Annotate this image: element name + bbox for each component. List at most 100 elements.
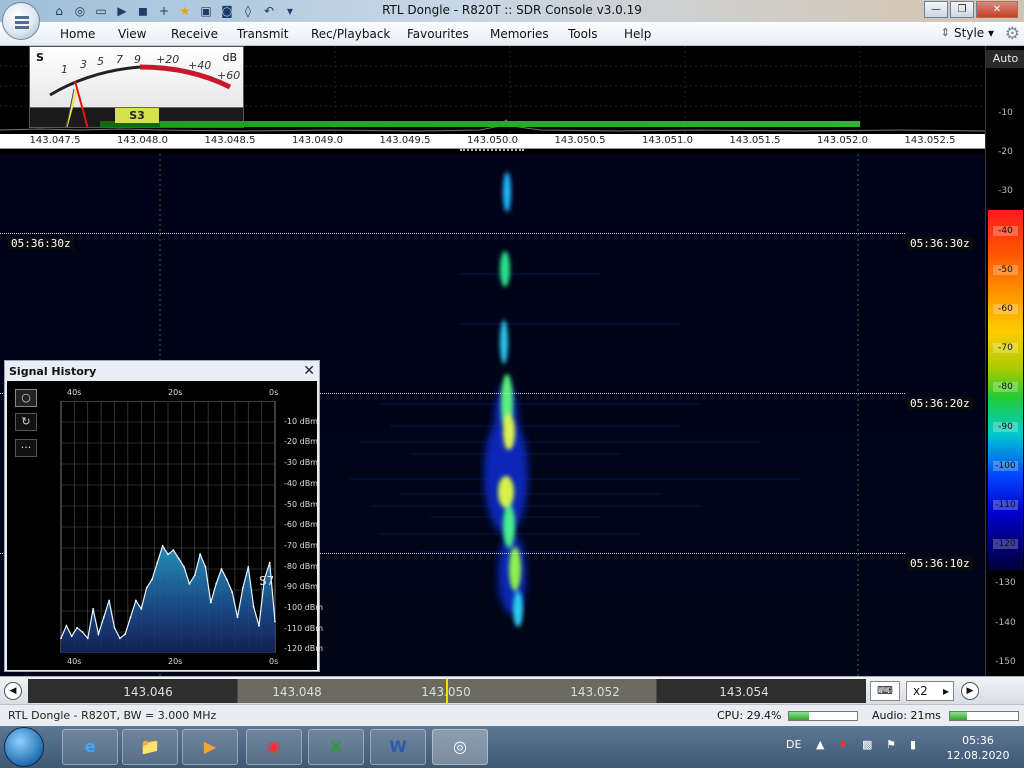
history-db-label: -120 dBm	[284, 644, 324, 654]
gear-icon[interactable]: ⚙	[1005, 24, 1020, 44]
flag-tray-icon[interactable]: ⚑	[886, 738, 896, 751]
ribbon-tabs: Home View Receive Transmit Rec/Playback …	[0, 22, 1024, 46]
tab-rec-playback[interactable]: Rec/Playback	[311, 27, 390, 41]
history-point	[151, 578, 153, 581]
history-point	[247, 566, 250, 568]
history-options-button[interactable]: ···	[15, 439, 37, 457]
history-point	[102, 616, 105, 619]
history-point	[258, 624, 260, 627]
frequency-tick-label: 143.051.5	[729, 135, 781, 146]
tab-tools[interactable]: Tools	[568, 27, 598, 41]
close-button[interactable]: ✕	[976, 1, 1018, 18]
language-indicator[interactable]: DE	[786, 738, 801, 751]
history-point	[156, 561, 159, 564]
history-time-bottom-label: 40s	[67, 657, 82, 666]
history-point	[220, 568, 223, 570]
minimize-button[interactable]: —	[924, 1, 948, 18]
media-player-icon[interactable]: ▶	[182, 729, 238, 765]
auto-scale-button[interactable]: Auto	[986, 50, 1024, 68]
history-reset-button[interactable]: ↻	[15, 413, 37, 431]
frequency-tick-label: 143.049.5	[379, 135, 431, 146]
app-menu-orb[interactable]	[2, 2, 40, 40]
cpu-usage-bar	[788, 711, 858, 721]
frequency-scale[interactable]: 143.047.5 143.048.0 143.048.5 143.049.0 143.…	[0, 134, 985, 149]
acrobat-tray-icon[interactable]: ♦	[838, 738, 848, 751]
history-time-bottom-label: 0s	[269, 657, 279, 666]
close-icon[interactable]: ✕	[303, 363, 315, 379]
device-tray-icon[interactable]: ▩	[862, 738, 872, 751]
file-explorer-icon[interactable]: 📁	[122, 729, 178, 765]
s-meter-tick: 3	[80, 58, 87, 71]
level-tick-label: -150	[995, 656, 1016, 667]
history-point	[145, 587, 148, 589]
history-point	[268, 561, 271, 564]
s-meter-reading: S3	[115, 108, 159, 123]
zoom-button[interactable]: x2 ▸	[906, 681, 954, 701]
scroll-left-button[interactable]: ◀	[4, 682, 22, 700]
maximize-button[interactable]: ❐	[950, 1, 974, 18]
history-record-button[interactable]: ○	[15, 389, 37, 407]
frequency-tick-label: 143.050.0	[467, 135, 518, 146]
sdr-console-icon[interactable]: ◎	[432, 729, 488, 765]
window-title: RTL Dongle - R820T :: SDR Console v3.0.1…	[382, 3, 642, 17]
audio-latency-fill	[950, 712, 967, 720]
cpu-usage-fill	[789, 712, 809, 720]
tab-favourites[interactable]: Favourites	[407, 27, 469, 41]
history-point	[65, 624, 68, 627]
internet-explorer-icon[interactable]: e	[62, 729, 118, 765]
history-point	[199, 553, 202, 556]
style-menu[interactable]: Style ▾	[954, 26, 994, 40]
frequency-tick-label: 143.051.0	[642, 135, 693, 146]
tab-home[interactable]: Home	[60, 27, 95, 41]
history-point	[177, 557, 180, 560]
tuning-bar: ◀ 143.046 143.048 143.050 143.052 143.05…	[0, 676, 1024, 704]
history-point	[76, 626, 78, 629]
level-tick-label: -60	[993, 304, 1018, 314]
title-bar: ⌂ ◎ ▭ ▶ ◼ + ★ ▣ ◙ ◊ ↶ ▾ RTL Dongle - R820T :: SDR C…	[0, 0, 1024, 22]
chrome-icon[interactable]: ◉	[246, 729, 302, 765]
history-db-label: -10 dBm	[284, 416, 318, 426]
splitter-handle[interactable]	[460, 149, 524, 153]
signal-history-window: Signal History ✕ ○ ↻ ··· 40s 20s 0s 40s …	[4, 360, 323, 672]
keyboard-icon[interactable]: ⌨	[870, 681, 900, 701]
level-scale[interactable]: Auto -10 -20 -30 -40 -50 -60 -70 -80 -90 -100 -110…	[985, 46, 1024, 676]
start-button[interactable]	[4, 727, 44, 767]
tab-transmit[interactable]: Transmit	[237, 27, 288, 41]
history-point	[135, 599, 137, 602]
system-clock[interactable]: 05:36 12.08.2020	[934, 733, 1022, 763]
show-hidden-icons[interactable]: ▲	[816, 738, 824, 751]
signal-level-bar	[160, 121, 860, 127]
history-peak-label: S7	[259, 574, 275, 588]
history-point	[70, 635, 73, 638]
tuning-freq-label: 143.048	[272, 685, 322, 699]
history-db-label: -90 dBm	[284, 582, 318, 592]
signal-history-chart	[60, 401, 276, 653]
network-tray-icon[interactable]: ▮	[910, 738, 916, 751]
scroll-right-button[interactable]: ▶	[961, 682, 979, 700]
level-tick-label: -120	[993, 539, 1018, 550]
level-tick-label: -140	[995, 617, 1016, 628]
excel-icon[interactable]: X	[308, 729, 364, 765]
history-point	[204, 566, 207, 568]
zoom-label: x2	[913, 684, 928, 698]
style-spin-icon[interactable]: ⇕	[941, 26, 950, 39]
word-icon[interactable]: W	[370, 729, 426, 765]
s-meter-tick: +40	[188, 59, 212, 72]
audio-latency-bar	[949, 711, 1019, 721]
tab-help[interactable]: Help	[624, 27, 651, 41]
history-point	[124, 633, 127, 635]
s-meter-tick: +20	[156, 53, 180, 66]
history-point	[129, 616, 132, 619]
frequency-tick-label: 143.052.5	[904, 135, 956, 146]
history-point	[209, 601, 212, 604]
tuning-scale[interactable]: 143.046 143.048 143.050 143.052 143.054	[28, 679, 866, 703]
history-point	[119, 637, 121, 640]
windows-taskbar: e 📁 ▶ ◉ X W ◎ DE ▲ ♦ ▩ ⚑ ▮ 05:36 12.08.20…	[0, 726, 1024, 768]
tab-memories[interactable]: Memories	[490, 27, 549, 41]
tab-receive[interactable]: Receive	[171, 27, 218, 41]
history-db-label: -40 dBm	[284, 478, 318, 488]
history-time-top-label: 40s	[67, 388, 82, 397]
tab-view[interactable]: View	[118, 27, 146, 41]
signal-history-panel: ○ ↻ ··· 40s 20s 0s 40s 20s 0s S7 -10 dBm…	[7, 381, 323, 670]
s-meter-tick: 1	[61, 63, 68, 76]
